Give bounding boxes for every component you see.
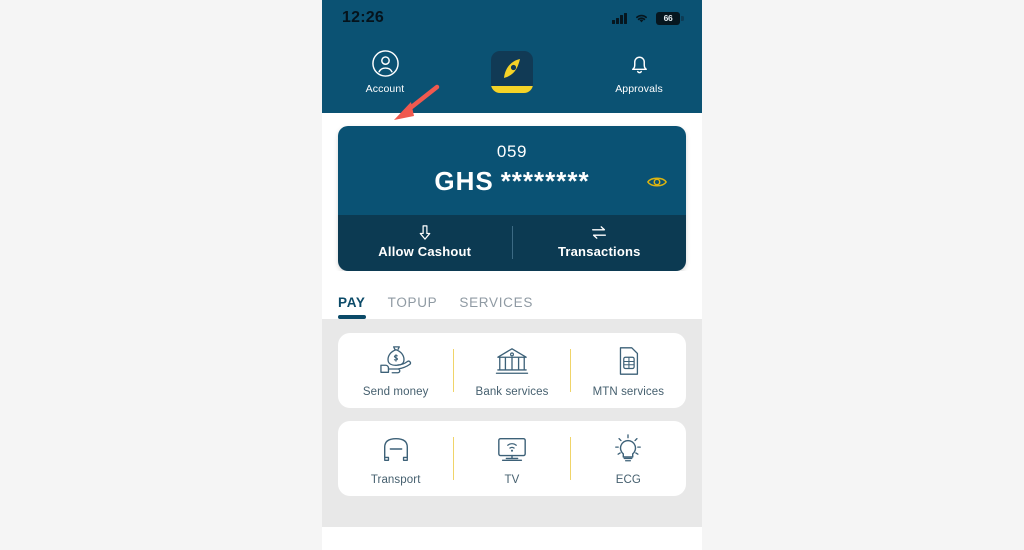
service-label: MTN services — [592, 386, 665, 398]
cellular-signal-icon — [612, 12, 627, 24]
service-label: Send money — [362, 386, 429, 398]
app-logo-icon — [491, 50, 533, 93]
service-transport[interactable]: Transport — [338, 433, 453, 486]
service-send-money[interactable]: Send money — [338, 345, 453, 398]
status-bar: 12:26 66 — [322, 0, 702, 36]
service-label: Bank services — [475, 386, 549, 398]
car-icon — [383, 437, 408, 461]
eye-icon — [646, 176, 668, 187]
tab-pay[interactable]: PAY — [338, 295, 366, 319]
account-number: 059 — [496, 142, 528, 161]
balance-card: 059 GHS ******** Allow Cashout Transacti… — [338, 126, 686, 271]
balance-card-actions: Allow Cashout Transactions — [338, 215, 686, 271]
bank-building-icon — [495, 348, 529, 374]
service-label: Transport — [370, 474, 421, 486]
screen-root: 12:26 66 Account Approvals 059 GHS *****… — [0, 0, 1024, 550]
arrow-down-icon — [419, 225, 431, 240]
toggle-balance-visibility-button[interactable] — [646, 174, 668, 189]
tab-services[interactable]: SERVICES — [459, 295, 533, 319]
balance-masked-amount: ******** — [500, 166, 590, 196]
tab-bar: PAY TOPUP SERVICES — [322, 271, 702, 319]
light-bulb-icon — [615, 434, 642, 462]
service-bank-services[interactable]: Bank services — [454, 345, 569, 398]
app-logo-strip — [491, 85, 533, 93]
sim-card-icon — [620, 347, 639, 375]
money-bag-hand-icon — [379, 346, 411, 374]
service-row: Transport TV ECG — [338, 421, 686, 496]
service-ecg[interactable]: ECG — [571, 433, 686, 486]
service-label: ECG — [615, 474, 641, 486]
balance-card-top: 059 GHS ******** — [338, 126, 686, 215]
transfer-arrows-icon — [592, 226, 607, 239]
service-tv[interactable]: TV — [454, 433, 569, 486]
phone-viewport: 12:26 66 Account Approvals 059 GHS *****… — [322, 0, 702, 550]
status-bar-icons: 66 — [612, 11, 684, 25]
balance-card-wrapper: 059 GHS ******** Allow Cashout Transacti… — [322, 113, 702, 271]
approvals-button-label: Approvals — [615, 82, 663, 95]
battery-level-text: 66 — [663, 12, 673, 23]
allow-cashout-label: Allow Cashout — [378, 244, 472, 259]
transactions-label: Transactions — [557, 244, 641, 259]
service-mtn-services[interactable]: MTN services — [571, 345, 686, 398]
service-row: Send money Bank services MTN services — [338, 333, 686, 408]
account-button-label: Account — [365, 82, 405, 95]
user-circle-icon — [371, 49, 399, 77]
approvals-button[interactable]: Approvals — [602, 49, 676, 95]
tab-topup[interactable]: TOPUP — [388, 295, 438, 319]
wifi-icon — [636, 14, 647, 23]
status-bar-clock: 12:26 — [342, 9, 384, 26]
battery-icon: 66 — [656, 11, 684, 25]
transactions-button[interactable]: Transactions — [513, 215, 687, 271]
balance-row: GHS ******** — [356, 166, 668, 197]
balance-currency: GHS — [434, 166, 494, 196]
smart-tv-icon — [498, 437, 526, 461]
bell-icon — [631, 56, 647, 73]
services-panel: Send money Bank services MTN services Tr… — [322, 319, 702, 527]
service-label: TV — [504, 474, 520, 486]
account-button[interactable]: Account — [348, 49, 422, 95]
app-header: Account Approvals — [322, 36, 702, 120]
allow-cashout-button[interactable]: Allow Cashout — [338, 215, 512, 271]
